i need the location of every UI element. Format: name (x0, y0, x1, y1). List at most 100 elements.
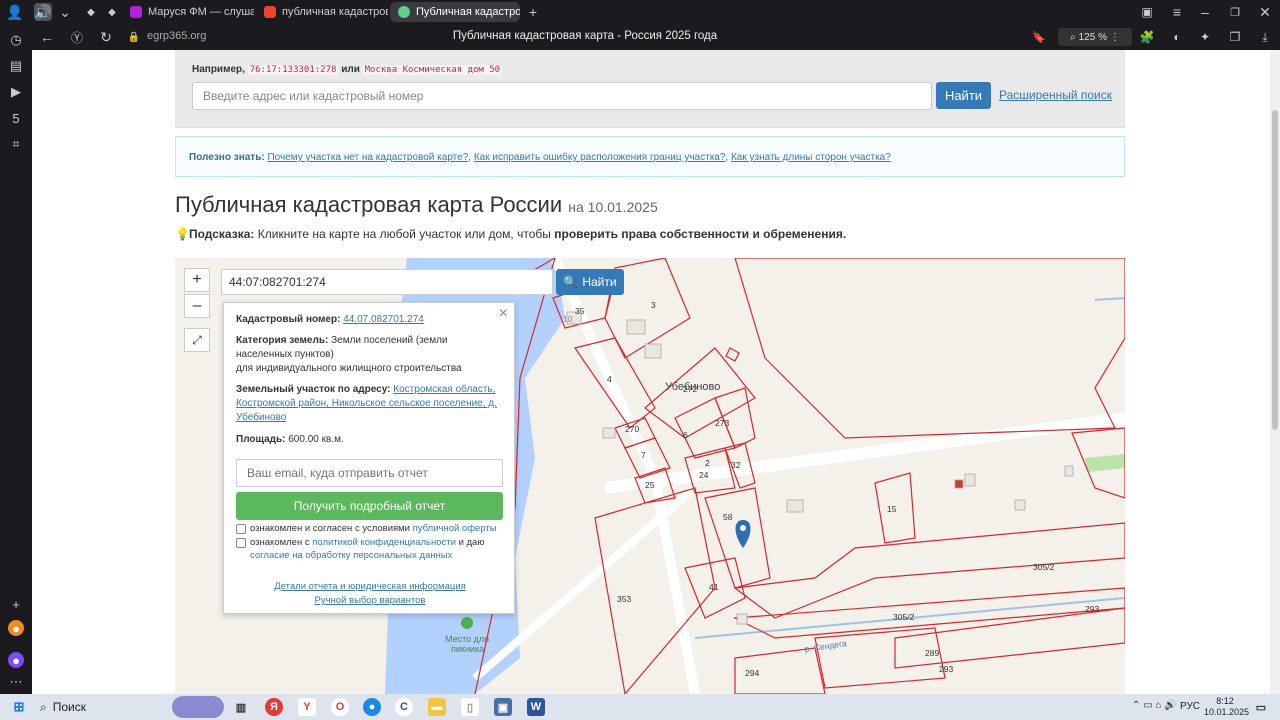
video-icon[interactable]: ▶ (8, 84, 24, 100)
alice-icon[interactable]: ● (8, 652, 24, 668)
collections-icon[interactable]: ▣ (1138, 3, 1156, 21)
info-link-fix-boundaries[interactable]: Как исправить ошибку расположения границ… (474, 152, 726, 163)
zoom-indicator[interactable]: ⌕ 125 % ⋮ (1058, 28, 1132, 46)
audio-icon[interactable]: 🔊 (34, 3, 52, 21)
offer-text: ознакомлен и согласен с условиями (250, 523, 410, 534)
extensions-icon[interactable]: ✦ (1196, 28, 1214, 46)
task-view-icon[interactable]: ▥ (232, 698, 250, 716)
clock[interactable]: 8:12 10.01.2025 (1204, 696, 1249, 718)
widget-image[interactable] (172, 696, 224, 718)
minimize-icon[interactable]: – (1196, 3, 1214, 21)
taskbar-search[interactable]: ⌕ Поиск (40, 700, 86, 715)
pinned-tab-icon[interactable]: ◆ (82, 3, 100, 21)
cadastral-map[interactable]: 3 35 10 4 272 Убебиново 270 6 273 7 2 24… (175, 258, 1125, 694)
word-icon[interactable]: W (527, 698, 545, 716)
info-separator: , (725, 152, 729, 163)
page-title: Публичная кадастровая карта - Россия 202… (452, 30, 718, 42)
browser-sidebar: ◷ ▤ ▶ 5 ⌗ + ● ● ⋯ (0, 24, 32, 694)
ccleaner-icon[interactable]: C (395, 698, 413, 716)
lightbulb-icon: 💡 (175, 227, 190, 241)
notes-icon[interactable]: ▤ (8, 58, 24, 74)
scroll-thumb[interactable] (1272, 110, 1278, 430)
search-panel: Например, 76:17:133301:278 или Москва Ко… (175, 50, 1125, 128)
more-icon: ⋮ (1109, 31, 1120, 43)
offer-link[interactable]: публичной оферты (413, 523, 497, 534)
svg-text:Место для: Место для (445, 634, 489, 644)
cadastral-number-row: Кадастровый номер: 44.07.082701.274 (236, 313, 506, 327)
notifications-icon[interactable]: ▭ (1252, 698, 1270, 716)
privacy-and: и даю (458, 537, 485, 548)
tray-icons[interactable]: ⌃ ▭ ⌂ 🔊 (1132, 700, 1177, 711)
report-details-link[interactable]: Детали отчета и юридическая информация (274, 581, 466, 592)
personal-data-consent-link[interactable]: согласие на обработку персональных данны… (250, 550, 452, 561)
offer-checkbox[interactable] (236, 524, 246, 534)
zoom-in-button[interactable]: + (184, 268, 210, 292)
chevron-down-icon[interactable]: ⌄ (56, 3, 74, 21)
zoom-out-button[interactable]: – (184, 294, 210, 318)
land-category-row: Категория земель: Земли поселений (земли… (236, 334, 506, 362)
sidebar-icon[interactable]: ❒ (1226, 28, 1244, 46)
windows-start-icon[interactable]: ⊞ (10, 698, 28, 716)
tab-bar: 👤 🔊 ⌄ ◆ ◆ Маруся ФМ — слуша ✕ публичная … (0, 0, 1280, 24)
app-icon[interactable]: ● (8, 620, 24, 636)
history-icon[interactable]: ◷ (8, 32, 24, 48)
info-separator: , (468, 152, 472, 163)
notepad-icon[interactable]: ▯ (461, 698, 479, 716)
restore-icon[interactable]: ❐ (1226, 3, 1244, 21)
map-search-input[interactable]: 44:07:082701:274 (221, 269, 553, 295)
page-scrollbar[interactable] (1270, 50, 1280, 694)
network-app-icon[interactable]: ▣ (494, 698, 512, 716)
info-link-missing-parcel[interactable]: Почему участка нет на кадастровой карте? (267, 152, 468, 163)
app-icon[interactable]: ● (363, 698, 381, 716)
info-label: Полезно знать: (189, 152, 265, 163)
vpn-icon[interactable]: ◐ (1168, 28, 1186, 46)
language-indicator[interactable]: РУС (1180, 701, 1200, 712)
more-icon[interactable]: ⋯ (8, 674, 24, 690)
category-label: Категория земель: (236, 335, 329, 346)
svg-text:41: 41 (709, 582, 719, 592)
cad-number-link[interactable]: 44.07.082701.274 (343, 314, 424, 325)
five-icon[interactable]: 5 (8, 110, 24, 126)
taskbar-search-label: Поиск (52, 700, 86, 714)
bookmark-icon[interactable]: 🔖 (1030, 28, 1048, 46)
email-input[interactable] (236, 459, 503, 487)
windows-taskbar: ⊞ ⌕ Поиск ▥ Я Y O ● C ▬ ▯ ▣ W ⌃ ▭ ⌂ 🔊 РУС… (0, 694, 1280, 720)
fullscreen-icon[interactable]: ⤢ (184, 328, 210, 352)
svg-text:3: 3 (651, 300, 656, 310)
svg-text:2: 2 (705, 458, 710, 468)
tab-marusya[interactable]: Маруся ФМ — слуша ✕ (122, 2, 254, 22)
profile-icon[interactable]: 👤 (6, 3, 24, 21)
address-search-input[interactable] (192, 82, 932, 110)
report-details-row: Детали отчета и юридическая информация (224, 581, 516, 592)
example-code: 76:17:133301:278 (247, 65, 339, 75)
file-explorer-icon[interactable]: ▬ (428, 698, 446, 716)
svg-text:10: 10 (563, 314, 573, 324)
tab-cadastral-search[interactable]: публичная кадастровая ✕ (256, 2, 388, 22)
privacy-policy-link[interactable]: политикой конфиденциальности (312, 537, 456, 548)
extension-icon[interactable]: 🧩 (1138, 28, 1156, 46)
screenshot-icon[interactable]: ⌗ (8, 136, 24, 152)
search-button[interactable]: Найти (936, 82, 991, 109)
opera-icon[interactable]: O (331, 698, 349, 716)
download-icon[interactable]: ⤓ (1256, 28, 1274, 46)
address-bar-row: ← Ⓨ ↻ 🔒 egrp365.org Публичная кадастрова… (0, 24, 1280, 50)
privacy-checkbox[interactable] (236, 538, 246, 548)
manual-select-link[interactable]: Ручной выбор вариантов (315, 595, 426, 606)
usage-row: для индивидуального жилищного строительс… (236, 363, 462, 374)
svg-text:6: 6 (683, 430, 688, 440)
yandex-browser-icon[interactable]: Y (298, 698, 316, 716)
tab-cadastral-map[interactable]: Публичная кадастровая ✕ (390, 2, 520, 22)
info-link-side-lengths[interactable]: Как узнать длины сторон участка? (731, 152, 891, 163)
map-find-button[interactable]: 🔍 Найти (556, 269, 624, 295)
pinned-tab-icon[interactable]: ◆ (103, 3, 121, 21)
menu-icon[interactable]: ≡ (1168, 3, 1186, 21)
privacy-label: ознакомлен с политикой конфиденциальност… (250, 536, 500, 562)
green-area (1085, 454, 1125, 472)
new-tab-icon[interactable]: + (524, 3, 542, 21)
yandex-app-icon[interactable]: Я (265, 698, 283, 716)
get-report-button[interactable]: Получить подробный отчет (236, 492, 503, 520)
close-window-icon[interactable]: ✕ (1256, 3, 1274, 21)
search-example: Например, 76:17:133301:278 или Москва Ко… (192, 64, 503, 75)
add-icon[interactable]: + (8, 596, 24, 612)
advanced-search-link[interactable]: Расширенный поиск (999, 88, 1112, 102)
